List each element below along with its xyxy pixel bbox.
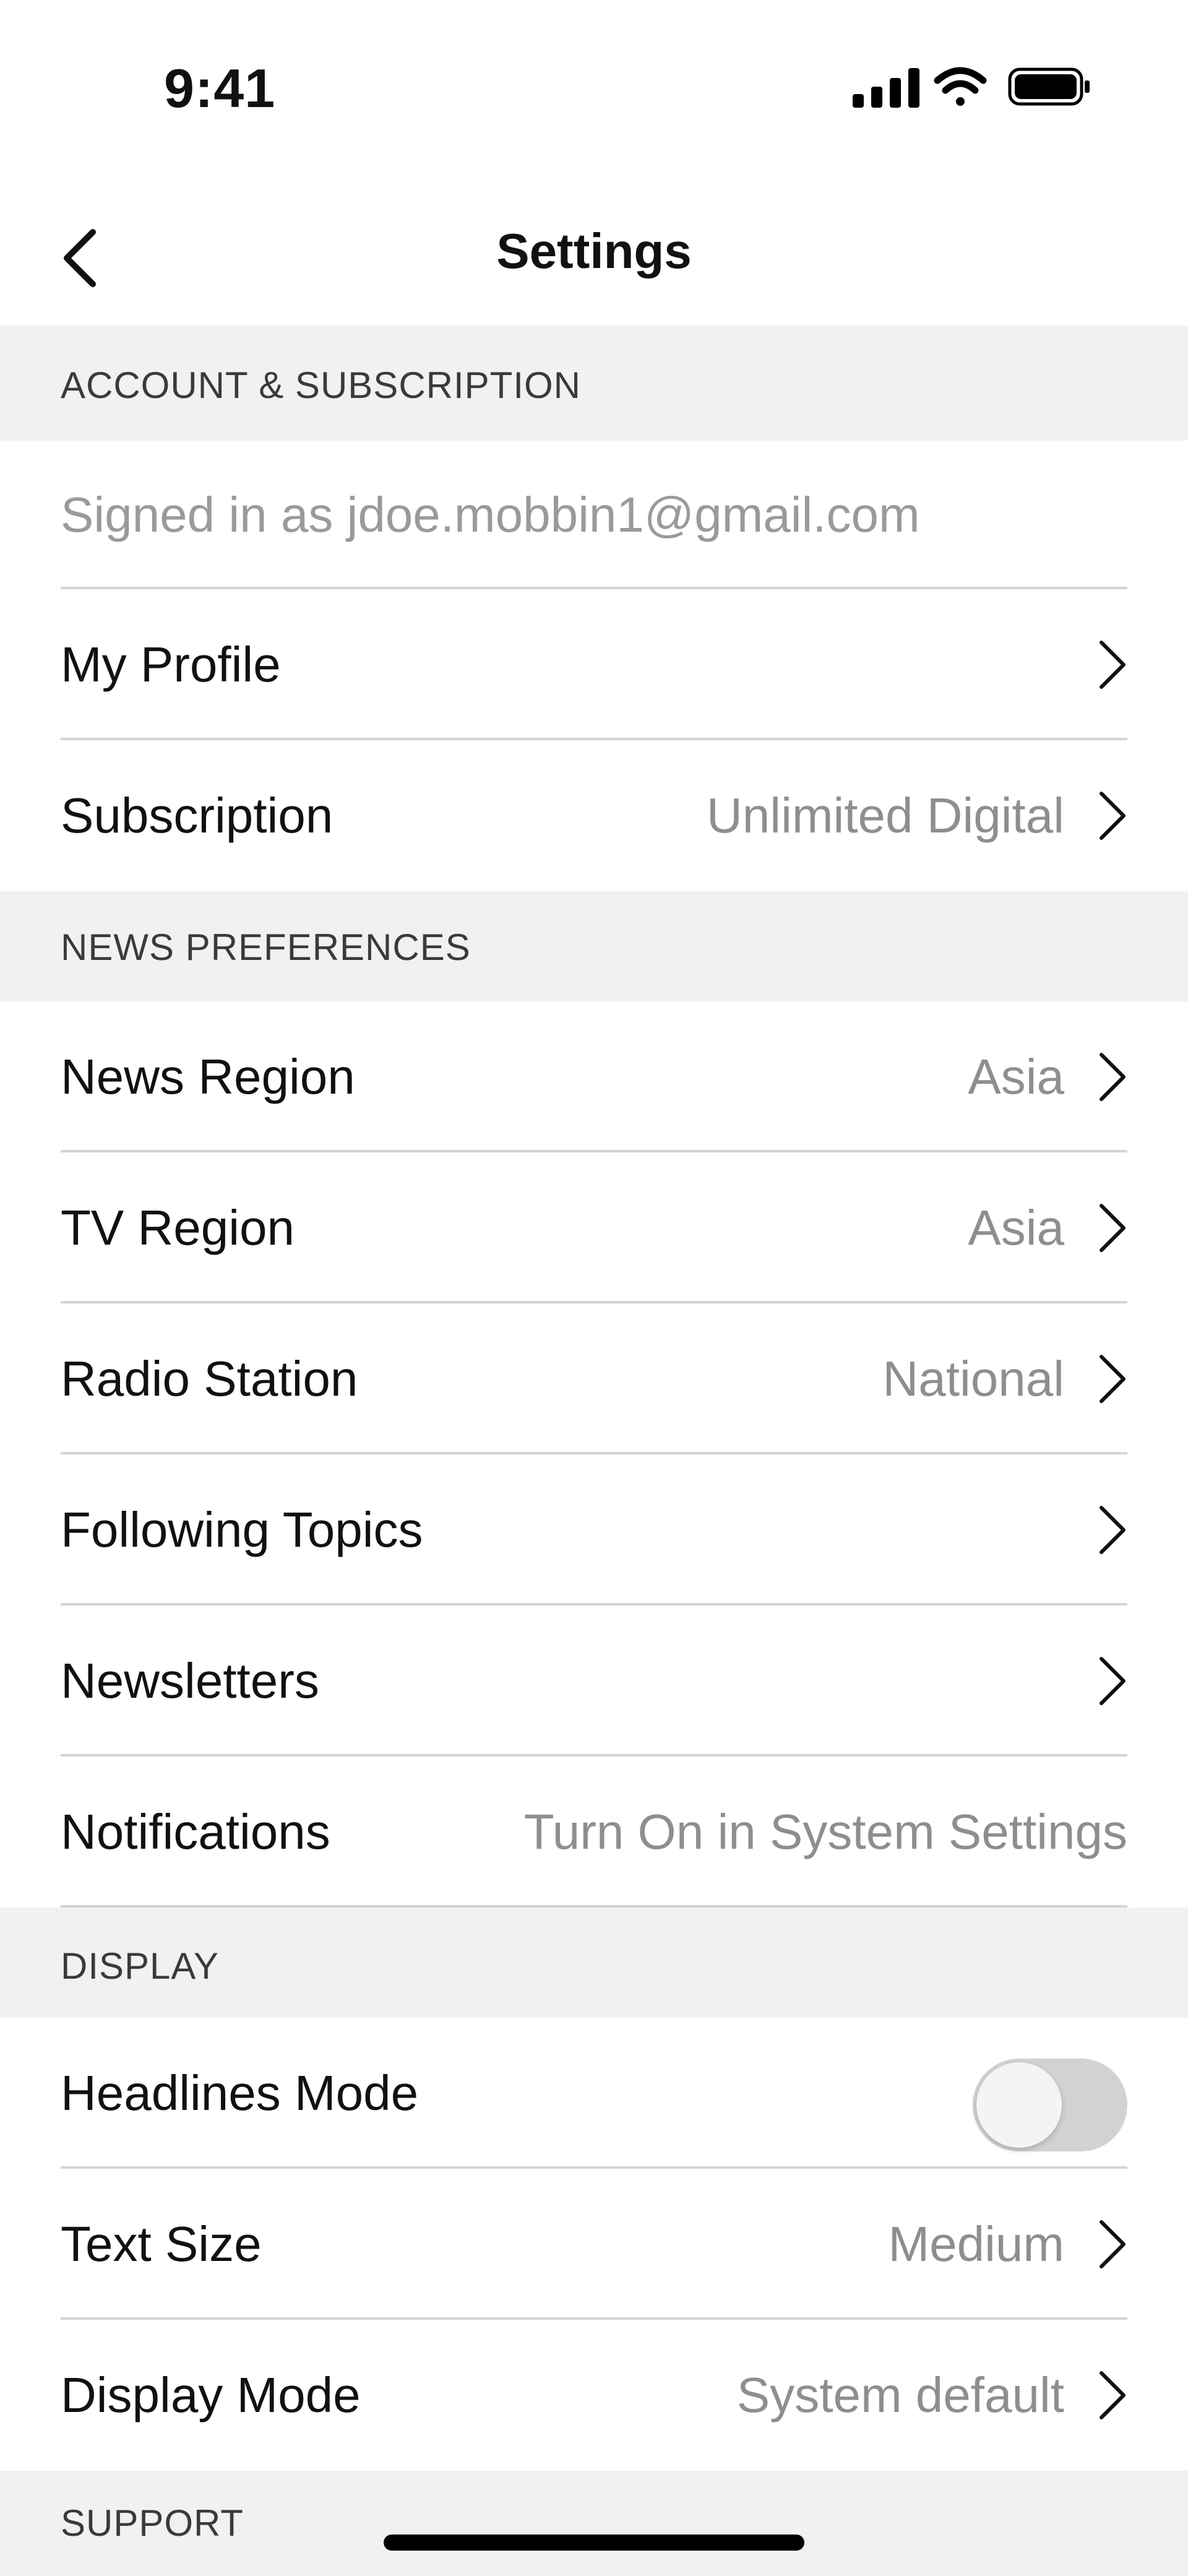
chevron-right-icon [1100, 2220, 1126, 2268]
row-notifications[interactable]: Notifications Turn On in System Settings [0, 1757, 1188, 1908]
home-indicator [384, 2535, 804, 2551]
section-header-label: ACCOUNT & SUBSCRIPTION [61, 365, 581, 406]
section-header-display: DISPLAY [0, 1908, 1188, 2018]
row-label: My Profile [61, 637, 281, 692]
signed-in-label: Signed in as jdoe.mobbin1@gmail.com [61, 487, 920, 542]
row-my-profile[interactable]: My Profile [0, 589, 1188, 740]
row-label: Following Topics [61, 1502, 423, 1557]
chevron-right-icon [1100, 1657, 1126, 1705]
chevron-right-icon [1100, 1053, 1126, 1101]
headlines-mode-toggle[interactable] [973, 2059, 1127, 2151]
row-label: Notifications [61, 1804, 330, 1859]
chevron-right-icon [1100, 1204, 1126, 1252]
row-label: TV Region [61, 1200, 295, 1255]
row-label: Newsletters [61, 1653, 319, 1708]
status-bar: 9:41 [0, 0, 1188, 179]
row-label: Text Size [61, 2216, 262, 2271]
section-header-account: ACCOUNT & SUBSCRIPTION [0, 326, 1188, 441]
battery-icon [1008, 67, 1090, 106]
row-value: Asia [968, 1200, 1064, 1255]
settings-screen: 9:41 Settings ACCOUNT & SUBSCRIPTION Sig… [0, 0, 1188, 2576]
row-label: Subscription [61, 788, 334, 843]
row-label: Display Mode [61, 2367, 361, 2423]
status-time: 9:41 [164, 58, 276, 119]
signed-in-text: Signed in as jdoe.mobbin1@gmail.com [0, 441, 1188, 589]
row-following-topics[interactable]: Following Topics [0, 1454, 1188, 1606]
row-display-mode[interactable]: Display Mode System default [0, 2320, 1188, 2471]
section-header-label: DISPLAY [61, 1945, 219, 1987]
section-header-label: SUPPORT [61, 2502, 244, 2544]
chevron-right-icon [1100, 792, 1126, 840]
row-label: Radio Station [61, 1351, 358, 1406]
row-value: Turn On in System Settings [523, 1804, 1127, 1859]
row-value: National [882, 1351, 1064, 1406]
row-value: Asia [968, 1049, 1064, 1104]
section-header-support: SUPPORT [0, 2471, 1188, 2576]
row-tv-region[interactable]: TV Region Asia [0, 1152, 1188, 1303]
row-radio-station[interactable]: Radio Station National [0, 1303, 1188, 1454]
row-label: News Region [61, 1049, 355, 1104]
row-headlines-mode: Headlines Mode [0, 2018, 1188, 2169]
chevron-right-icon [1100, 1506, 1126, 1554]
row-text-size[interactable]: Text Size Medium [0, 2169, 1188, 2320]
toggle-knob [976, 2062, 1062, 2148]
cellular-signal-icon [853, 68, 919, 108]
row-newsletters[interactable]: Newsletters [0, 1606, 1188, 1757]
chevron-right-icon [1100, 2371, 1126, 2419]
wifi-icon [934, 67, 987, 106]
row-label: Headlines Mode [61, 2065, 419, 2120]
page-title: Settings [496, 223, 692, 279]
row-value: System default [736, 2367, 1064, 2423]
row-news-region[interactable]: News Region Asia [0, 1001, 1188, 1152]
section-header-news: NEWS PREFERENCES [0, 891, 1188, 1001]
row-subscription[interactable]: Subscription Unlimited Digital [0, 740, 1188, 891]
row-value: Unlimited Digital [707, 788, 1064, 843]
status-icons [848, 62, 1095, 111]
section-header-label: NEWS PREFERENCES [61, 927, 471, 968]
chevron-right-icon [1100, 1355, 1126, 1403]
row-value: Medium [888, 2216, 1064, 2271]
nav-bar: Settings [0, 179, 1188, 326]
chevron-right-icon [1100, 641, 1126, 689]
